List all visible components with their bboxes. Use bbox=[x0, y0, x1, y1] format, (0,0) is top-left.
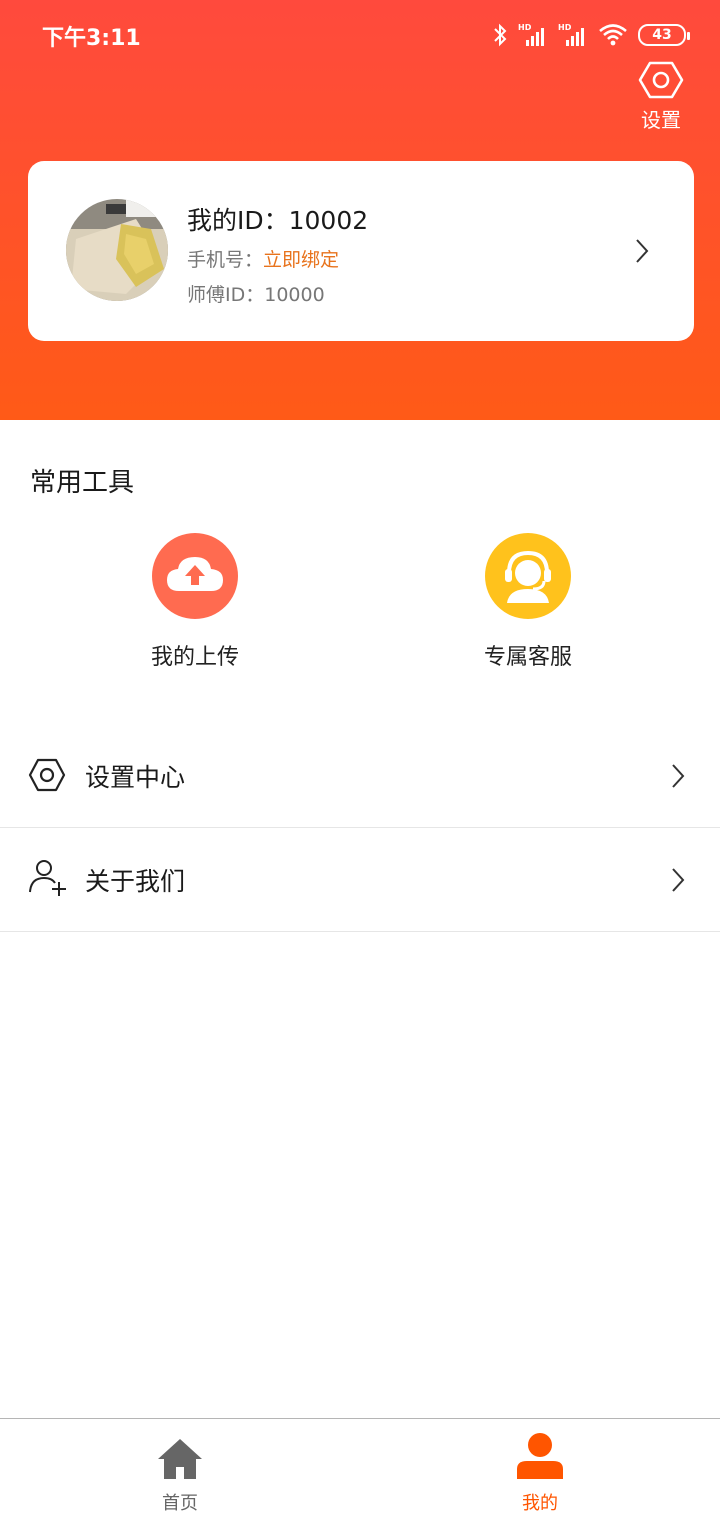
my-uploads-label: 我的上传 bbox=[150, 645, 239, 670]
bluetooth-icon bbox=[494, 23, 507, 47]
user-add-icon bbox=[29, 860, 66, 896]
menu-item-label: 设置中心 bbox=[85, 763, 186, 792]
chevron-right-icon bbox=[672, 764, 685, 788]
customer-service-label: 专属客服 bbox=[483, 645, 572, 670]
header-settings-button[interactable]: 设置 bbox=[626, 60, 696, 140]
menu-item-about-us[interactable]: 关于我们 bbox=[0, 828, 720, 932]
wifi-icon bbox=[599, 24, 627, 46]
header-settings-label: 设置 bbox=[641, 108, 681, 132]
menu-item-label: 关于我们 bbox=[85, 867, 186, 896]
cellular-signal-icon: HD bbox=[518, 23, 544, 46]
nav-item-mine[interactable]: 我的 bbox=[440, 1419, 640, 1519]
profile-page: 下午3:11 HD HD 43 设置 我的ID：10002 手机号：立即绑定 师… bbox=[0, 0, 720, 1520]
customer-service-button[interactable]: 专属客服 bbox=[438, 533, 618, 673]
nav-label-home: 首页 bbox=[162, 1493, 198, 1514]
profile-user-id: 我的ID：10002 bbox=[187, 206, 369, 235]
hexagon-settings-icon bbox=[28, 758, 66, 792]
customer-service-icon bbox=[485, 533, 571, 619]
avatar[interactable] bbox=[66, 199, 168, 301]
status-bar: 下午3:11 HD HD 43 bbox=[0, 0, 720, 70]
chevron-right-icon bbox=[636, 239, 649, 263]
profile-phone: 手机号：立即绑定 bbox=[187, 245, 339, 272]
my-uploads-button[interactable]: 我的上传 bbox=[105, 533, 285, 673]
menu-item-settings-center[interactable]: 设置中心 bbox=[0, 724, 720, 828]
profile-card[interactable]: 我的ID：10002 手机号：立即绑定 师傅ID：10000 bbox=[28, 161, 694, 341]
chevron-right-icon bbox=[672, 868, 685, 892]
battery-level: 43 bbox=[652, 27, 672, 43]
person-icon bbox=[517, 1433, 563, 1479]
status-icons: HD HD 43 bbox=[492, 20, 690, 50]
hexagon-settings-icon bbox=[638, 61, 684, 99]
bind-phone-link[interactable]: 立即绑定 bbox=[263, 249, 339, 271]
home-icon bbox=[158, 1439, 202, 1479]
cellular-signal-2-icon: HD bbox=[558, 23, 584, 46]
nav-item-home[interactable]: 首页 bbox=[80, 1419, 280, 1519]
svg-text:HD: HD bbox=[518, 23, 532, 32]
svg-text:HD: HD bbox=[558, 23, 572, 32]
cloud-upload-icon bbox=[152, 533, 238, 619]
profile-master-id: 师傅ID：10000 bbox=[187, 284, 325, 306]
status-time: 下午3:11 bbox=[42, 26, 141, 51]
tools-section-title: 常用工具 bbox=[30, 468, 135, 498]
profile-phone-label: 手机号： bbox=[187, 249, 264, 271]
bottom-navigation: 首页 我的 bbox=[0, 1418, 720, 1520]
nav-label-mine: 我的 bbox=[522, 1493, 558, 1514]
battery-indicator: 43 bbox=[638, 24, 690, 46]
